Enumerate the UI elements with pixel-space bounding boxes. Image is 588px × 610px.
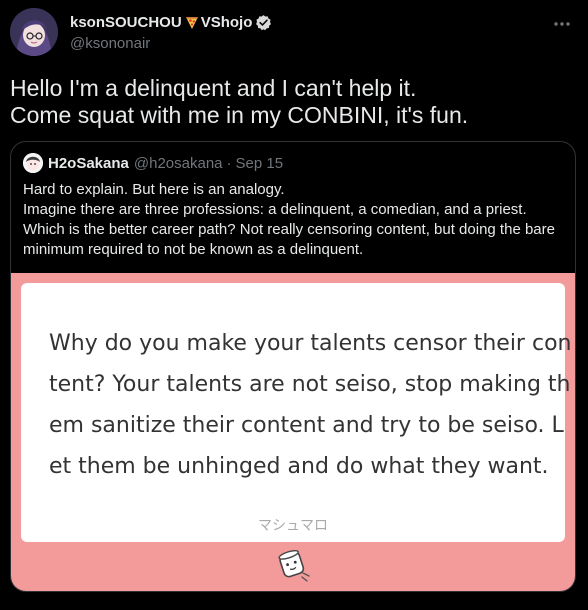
- quote-author-handle: @h2osakana: [133, 154, 223, 172]
- question-line: et them be unhinged and do what they wan…: [49, 454, 549, 479]
- question-line: tent? Your talents are not seiso, stop m…: [49, 372, 571, 397]
- quote-line: Which is the better career path? Not rea…: [23, 221, 555, 238]
- author-handle[interactable]: @ksononair: [70, 35, 272, 52]
- author-affiliation: VShojo: [200, 13, 253, 31]
- tweet-header: ksonSOUCHOU VShojo @ksononair: [10, 8, 578, 56]
- author-names: ksonSOUCHOU VShojo @ksononair: [70, 12, 272, 52]
- quote-author-name: H2oSakana: [48, 154, 129, 172]
- quoted-tweet[interactable]: H2oSakana @h2osakana · Sep 15 Hard to ex…: [10, 141, 576, 592]
- quote-line: Imagine there are three professions: a d…: [23, 201, 527, 218]
- tweet-text: Hello I'm a delinquent and I can't help …: [10, 75, 575, 129]
- question-line: Why do you make your talents censor thei…: [49, 331, 572, 356]
- pizza-icon: [185, 17, 198, 29]
- quote-header: H2oSakana @h2osakana · Sep 15: [23, 153, 283, 173]
- quote-line: minimum required to not be known as a de…: [23, 241, 364, 258]
- verified-badge-icon: [256, 14, 272, 30]
- tweet-line: Come squat with me in my CONBINI, it's f…: [10, 102, 469, 128]
- more-options-icon[interactable]: [552, 14, 572, 34]
- quote-author-avatar: [23, 153, 43, 173]
- marshmallow-image[interactable]: Why do you make your talents censor thei…: [11, 273, 575, 591]
- quote-line: Hard to explain. But here is an analogy.: [23, 181, 285, 198]
- marshmallow-mascot-icon: [278, 549, 310, 582]
- quote-separator: ·: [226, 154, 232, 172]
- quote-date: Sep 15: [235, 154, 284, 172]
- marshmallow-brand: マシュマロ: [258, 518, 328, 534]
- tweet-line: Hello I'm a delinquent and I can't help …: [10, 75, 417, 101]
- author-display-name[interactable]: ksonSOUCHOU: [70, 14, 182, 31]
- marshmallow-card: Why do you make your talents censor thei…: [21, 283, 572, 542]
- display-name-row[interactable]: ksonSOUCHOU VShojo: [70, 12, 272, 32]
- quote-text: Hard to explain. But here is an analogy.…: [23, 180, 568, 260]
- marshmallow-question: Why do you make your talents censor thei…: [49, 323, 572, 487]
- question-line: em sanitize their content and try to be …: [49, 413, 564, 438]
- author-avatar[interactable]: [10, 8, 58, 56]
